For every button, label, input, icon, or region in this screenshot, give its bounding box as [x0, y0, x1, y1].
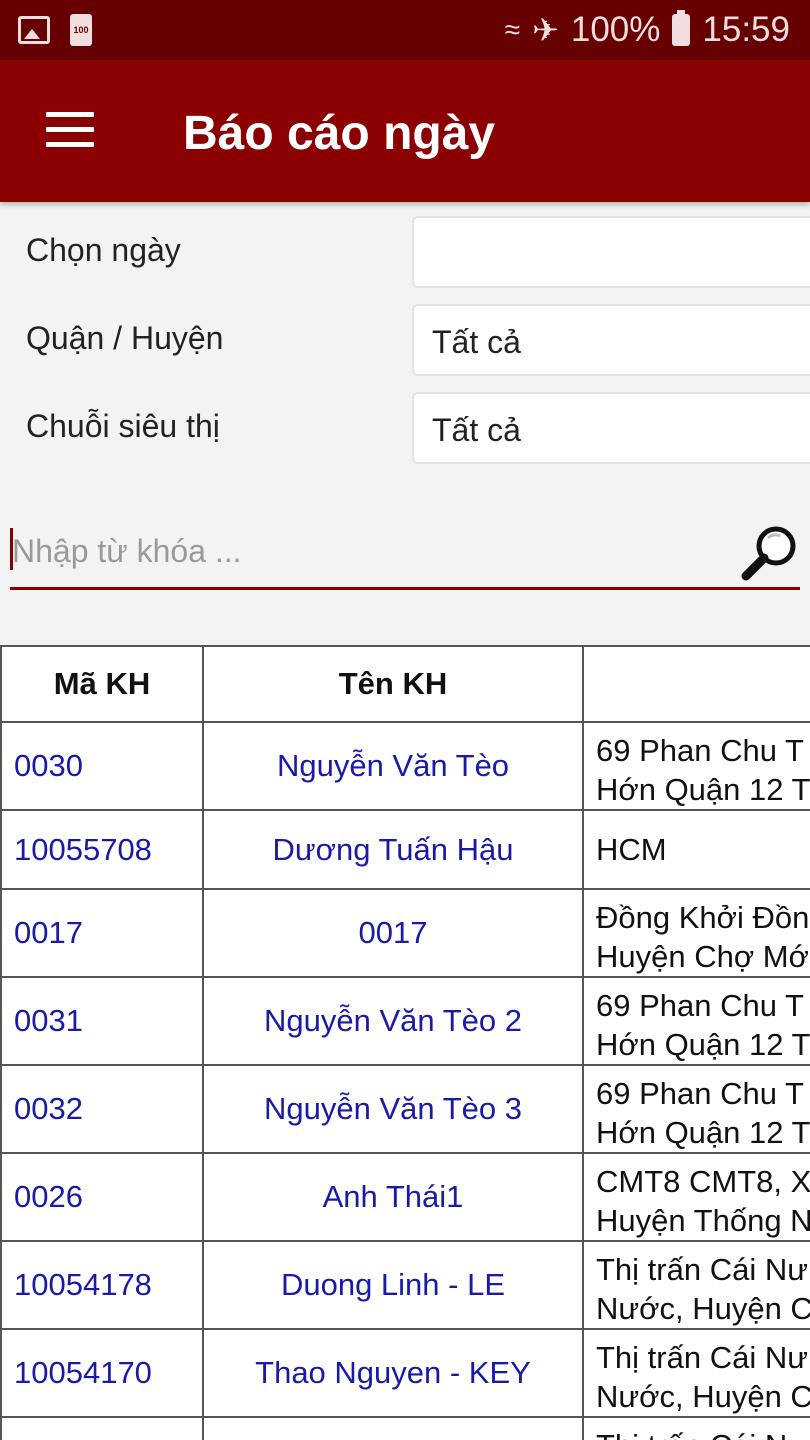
customer-code[interactable]: 10054178	[0, 1240, 204, 1330]
table-row[interactable]: 0017 0017 Đồng Khởi Đồn Huyện Chợ Mớ	[0, 888, 810, 978]
customer-name[interactable]: Dương Tuấn Hậu	[202, 809, 584, 890]
address-line-1: HCM	[596, 832, 667, 867]
filter-date-label: Chọn ngày	[26, 232, 181, 268]
address-line-1: Thị trấn Cái Nư	[596, 1426, 810, 1440]
customer-address: 69 Phan Chu T Hớn Quận 12 T	[582, 1064, 810, 1154]
search-bar	[10, 520, 800, 590]
customer-name[interactable]: Nguyễn Văn Tèo 3	[202, 1064, 584, 1154]
filter-chain-row: Chuỗi siêu thị Tất cả	[0, 388, 810, 468]
customer-name[interactable]: Anh Thái1	[202, 1152, 584, 1242]
address-line-2: Nước, Huyện C	[596, 1291, 810, 1326]
customer-name[interactable]: Thao Huynh - LE	[202, 1416, 584, 1440]
customer-address: Thị trấn Cái Nư Nước, Huyện C	[582, 1328, 810, 1418]
battery-icon	[672, 10, 691, 46]
address-line-1: Thị trấn Cái Nư	[596, 1340, 808, 1375]
customer-name[interactable]: Nguyễn Văn Tèo	[202, 721, 584, 811]
customer-address: CMT8 CMT8, X Huyện Thống N	[582, 1152, 810, 1242]
image-icon	[18, 16, 50, 44]
customer-code[interactable]: 0017	[0, 888, 204, 978]
table-row[interactable]: 10054170 Thao Nguyen - KEY Thị trấn Cái Nư…	[0, 1328, 810, 1418]
customer-code[interactable]: 10055708	[0, 809, 204, 890]
customer-address: Thị trấn Cái Nư Nước, Huyện C	[582, 1240, 810, 1330]
filter-district-row: Quận / Huyện Tất cả	[0, 300, 810, 380]
address-line-2: Huyện Chợ Mớ	[596, 939, 809, 974]
customer-address: Thị trấn Cái NưNước, Huyện C	[582, 1416, 810, 1440]
table-row[interactable]: 10055708 Dương Tuấn Hậu HCM	[0, 809, 810, 890]
column-header-name[interactable]: Tên KH	[202, 645, 584, 723]
address-line-2: Nước, Huyện C	[596, 1379, 810, 1414]
supermarket-chain-select[interactable]: Tất cả	[412, 392, 810, 464]
search-icon[interactable]	[740, 522, 800, 582]
address-line-2: Hớn Quận 12 T	[596, 772, 810, 807]
search-input[interactable]	[12, 520, 732, 582]
customer-code[interactable]: 0032	[0, 1064, 204, 1154]
filter-district-label: Quận / Huyện	[26, 320, 224, 356]
address-line-1: 69 Phan Chu T	[596, 733, 804, 768]
customer-code[interactable]: 0031	[0, 976, 204, 1066]
customer-name[interactable]: 0017	[202, 888, 584, 978]
customer-address: 69 Phan Chu T Hớn Quận 12 T	[582, 721, 810, 811]
customer-table: Mã KH Tên KH Đ 0030Nguyễn Văn Tèo69 Phan…	[0, 645, 810, 1440]
customer-address: 69 Phan Chu T Hớn Quận 12 T	[582, 976, 810, 1066]
battery-percent: 100%	[570, 10, 661, 49]
date-picker-field[interactable]	[412, 216, 810, 288]
address-line-1: 69 Phan Chu T	[596, 988, 804, 1023]
clock: 15:59	[702, 10, 790, 49]
app-bar: Báo cáo ngày	[0, 60, 810, 202]
hamburger-menu-icon[interactable]	[46, 112, 96, 152]
customer-name[interactable]: Nguyễn Văn Tèo 2	[202, 976, 584, 1066]
filter-chain-label: Chuỗi siêu thị	[26, 408, 220, 444]
customer-address: Đồng Khởi Đồn Huyện Chợ Mớ	[582, 888, 810, 978]
table-row[interactable]: 10054178 Duong Linh - LE Thị trấn Cái Nư Nư…	[0, 1240, 810, 1330]
status-bar: 100 ≈ ✈ 100% 15:59	[0, 0, 810, 60]
table-row[interactable]: 0026 Anh Thái1 CMT8 CMT8, X Huyện Thống N	[0, 1152, 810, 1242]
customer-address: HCM	[582, 809, 810, 890]
address-line-2: Huyện Thống N	[596, 1203, 810, 1238]
table-row[interactable]: 0031 Nguyễn Văn Tèo 2 69 Phan Chu T Hớn Quậ…	[0, 976, 810, 1066]
customer-code[interactable]: 10054170	[0, 1328, 204, 1418]
wifi-icon: ≈	[504, 14, 521, 45]
address-line-2: Hớn Quận 12 T	[596, 1027, 810, 1062]
customer-name[interactable]: Thao Nguyen - KEY	[202, 1328, 584, 1418]
table-row[interactable]: 0032 Nguyễn Văn Tèo 3 69 Phan Chu T Hớn Quậ…	[0, 1064, 810, 1154]
column-header-code[interactable]: Mã KH	[0, 645, 204, 723]
address-line-1: Đồng Khởi Đồn	[596, 900, 810, 935]
address-line-1: Thị trấn Cái Nư	[596, 1252, 808, 1287]
address-line-1: 69 Phan Chu T	[596, 1076, 804, 1111]
airplane-icon: ✈	[532, 12, 559, 48]
district-select[interactable]: Tất cả	[412, 304, 810, 376]
battery-100-icon: 100	[70, 14, 92, 46]
page-title: Báo cáo ngày	[183, 107, 496, 160]
filter-date-row: Chọn ngày	[0, 212, 810, 292]
address-line-1: CMT8 CMT8, X	[596, 1164, 810, 1199]
customer-name[interactable]: Duong Linh - LE	[202, 1240, 584, 1330]
column-header-address[interactable]: Đ	[582, 645, 810, 723]
table-row[interactable]: 0030 Nguyễn Văn Tèo 69 Phan Chu T Hớn Quận …	[0, 721, 810, 811]
address-line-2: Hớn Quận 12 T	[596, 1115, 810, 1150]
customer-code[interactable]: 0026	[0, 1152, 204, 1242]
customer-code[interactable]: 10054172	[0, 1416, 204, 1440]
table-header-row: Mã KH Tên KH Đ	[0, 645, 810, 723]
customer-code[interactable]: 0030	[0, 721, 204, 811]
table-row[interactable]: 10054172Thao Huynh - LEThị trấn Cái NưNư…	[0, 1416, 810, 1440]
